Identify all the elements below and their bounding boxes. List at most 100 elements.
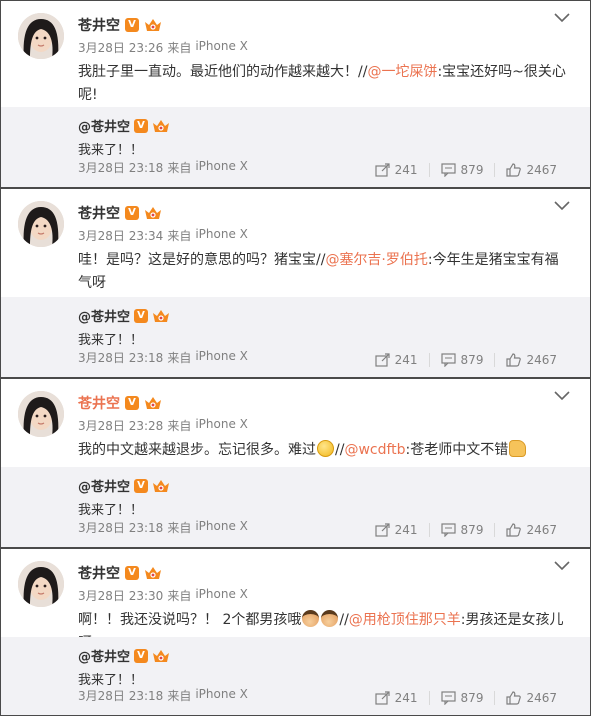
repost-box[interactable]: @苍井空 V 我来了！！ 3月28日 23:18 来自 iPhone X 241 [1, 637, 590, 715]
author-name[interactable]: 苍井空 [78, 203, 120, 223]
share-icon [375, 523, 390, 537]
comment-icon [440, 523, 456, 537]
repost-time[interactable]: 3月28日 23:18 [78, 159, 163, 176]
repost-source: iPhone X [195, 349, 248, 363]
thumbs-up-icon [506, 353, 522, 367]
source-prefix: 来自 [167, 419, 192, 433]
source-prefix: 来自 [167, 351, 192, 365]
share-button[interactable]: 241 [364, 353, 429, 367]
post-card: 苍井空 V 3月28日 23:30 来自 iPhone X 啊！！我还没说吗？！… [0, 548, 591, 716]
post-text-sep: // [339, 612, 349, 628]
comment-count: 879 [460, 163, 484, 177]
avatar[interactable] [18, 201, 64, 247]
mention-link[interactable]: @塞尔吉·罗伯托 [325, 252, 427, 268]
boy-emoji-icon [321, 610, 339, 627]
source-prefix: 来自 [167, 521, 192, 535]
vip-crown-icon[interactable] [152, 648, 170, 664]
repost-author[interactable]: @苍井空 [78, 646, 130, 665]
post-time[interactable]: 3月28日 23:26 [78, 39, 163, 56]
vip-crown-icon[interactable] [152, 478, 170, 494]
repost-text: 我来了！！ [78, 143, 144, 158]
avatar-photo [18, 13, 64, 59]
like-count: 2467 [526, 691, 557, 705]
mention-link[interactable]: @一坨屎饼 [367, 64, 437, 80]
repost-box[interactable]: @苍井空 V 我来了！！ 3月28日 23:18 来自 iPhone X 241 [1, 107, 590, 187]
chevron-down-icon [554, 201, 570, 211]
share-icon [375, 353, 390, 367]
verified-badge-icon: V [125, 396, 139, 410]
post-text: 我的中文越来越退步。忘记很多。难过//@wcdftb:苍老师中文不错 [78, 439, 568, 462]
comment-icon [440, 353, 456, 367]
post-source: iPhone X [195, 227, 248, 241]
repost-time[interactable]: 3月28日 23:18 [78, 687, 163, 704]
source-prefix: 来自 [167, 41, 192, 55]
repost-source: iPhone X [195, 519, 248, 533]
source-prefix: 来自 [167, 689, 192, 703]
like-button[interactable]: 2467 [494, 353, 568, 367]
comment-button[interactable]: 879 [428, 691, 495, 705]
mention-link[interactable]: @用枪顶住那只羊 [349, 612, 461, 628]
repost-author[interactable]: @苍井空 [78, 306, 130, 325]
avatar-photo [18, 201, 64, 247]
comment-button[interactable]: 879 [428, 353, 495, 367]
repost-box[interactable]: @苍井空 V 我来了！！ 3月28日 23:18 来自 iPhone X 241 [1, 467, 590, 547]
comment-icon [440, 163, 456, 177]
share-icon [375, 691, 390, 705]
avatar-photo [18, 561, 64, 607]
repost-time[interactable]: 3月28日 23:18 [78, 519, 163, 536]
post-menu-button[interactable] [554, 391, 570, 401]
post-time[interactable]: 3月28日 23:30 [78, 587, 163, 604]
share-button[interactable]: 241 [364, 523, 429, 537]
repost-source: iPhone X [195, 159, 248, 173]
repost-box[interactable]: @苍井空 V 我来了！！ 3月28日 23:18 来自 iPhone X 241 [1, 297, 590, 377]
repost-author[interactable]: @苍井空 [78, 476, 130, 495]
verified-badge-icon: V [134, 648, 149, 663]
repost-time[interactable]: 3月28日 23:18 [78, 349, 163, 366]
vip-crown-icon[interactable] [144, 395, 162, 411]
post-menu-button[interactable] [554, 561, 570, 571]
repost-author[interactable]: @苍井空 [78, 116, 130, 135]
author-name[interactable]: 苍井空 [78, 393, 120, 413]
comment-button[interactable]: 879 [428, 163, 495, 177]
like-button[interactable]: 2467 [494, 691, 568, 705]
share-button[interactable]: 241 [364, 691, 429, 705]
like-button[interactable]: 2467 [494, 163, 568, 177]
post-menu-button[interactable] [554, 13, 570, 23]
thumbs-up-icon [506, 691, 522, 705]
post-text-body: 哇！是吗？这是好的意思的吗？猪宝宝// [78, 252, 326, 268]
thumbs-up-emoji-icon [509, 440, 527, 457]
repost-text: 我来了！！ [78, 503, 144, 518]
post-text: 我肚子里一直动。最近他们的动作越来越大！//@一坨屎饼:宝宝还好吗~很关心呢! [78, 61, 568, 107]
thumbs-up-icon [506, 163, 522, 177]
share-count: 241 [394, 353, 418, 367]
post-source: iPhone X [195, 417, 248, 431]
avatar[interactable] [18, 561, 64, 607]
vip-crown-icon[interactable] [152, 118, 170, 134]
avatar[interactable] [18, 13, 64, 59]
like-count: 2467 [526, 163, 557, 177]
repost-text: 我来了！！ [78, 673, 144, 688]
share-button[interactable]: 241 [364, 163, 429, 177]
source-prefix: 来自 [167, 589, 192, 603]
post-time[interactable]: 3月28日 23:34 [78, 227, 163, 244]
avatar[interactable] [18, 391, 64, 437]
verified-badge-icon: V [134, 308, 149, 323]
sad-emoji-icon [317, 440, 334, 457]
share-count: 241 [394, 691, 418, 705]
post-card: 苍井空 V 3月28日 23:34 来自 iPhone X 哇！是吗？这是好的意… [0, 188, 591, 378]
vip-crown-icon[interactable] [144, 17, 162, 33]
vip-crown-icon[interactable] [144, 205, 162, 221]
author-name[interactable]: 苍井空 [78, 15, 120, 35]
vip-crown-icon[interactable] [144, 565, 162, 581]
mention-link[interactable]: @wcdftb [344, 442, 405, 458]
comment-button[interactable]: 879 [428, 523, 495, 537]
post-menu-button[interactable] [554, 201, 570, 211]
comment-count: 879 [460, 691, 484, 705]
vip-crown-icon[interactable] [152, 308, 170, 324]
post-time[interactable]: 3月28日 23:28 [78, 417, 163, 434]
like-button[interactable]: 2467 [494, 523, 568, 537]
author-name[interactable]: 苍井空 [78, 563, 120, 583]
comment-count: 879 [460, 523, 484, 537]
verified-badge-icon: V [125, 18, 139, 32]
post-text-body: 我的中文越来越退步。忘记很多。难过 [78, 442, 316, 458]
